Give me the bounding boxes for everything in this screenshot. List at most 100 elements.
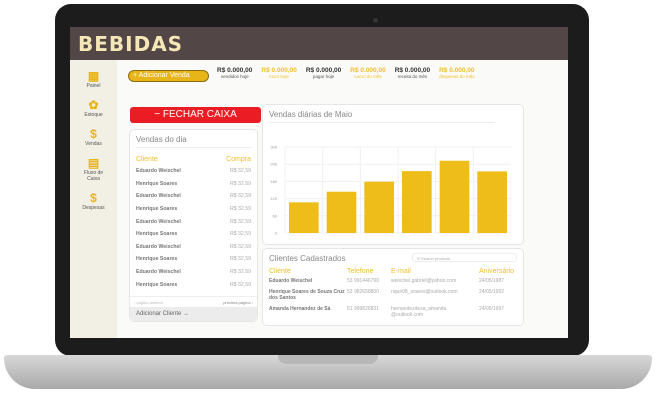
clients-card: Clientes Cadastrados ⚲ Search products C… — [262, 248, 524, 326]
sale-row[interactable]: Eduardo Weischel R$ 32,59 — [136, 266, 251, 279]
y-tick-label: 60 — [273, 213, 278, 218]
bar — [477, 171, 507, 233]
sale-client: Henrique Soares — [136, 206, 178, 213]
sale-row[interactable]: Eduardo Weischel R$ 32,59 — [136, 215, 251, 228]
sale-client: Henrique Soares — [136, 180, 178, 187]
y-tick-label: 240 — [270, 162, 277, 167]
y-tick-label: 300 — [270, 145, 277, 150]
stat-label: lucro hoje — [269, 74, 289, 79]
sale-amount: R$ 32,59 — [229, 281, 251, 288]
sale-client: Eduardo Weischel — [136, 193, 181, 200]
sale-row[interactable]: Eduardo Weischel R$ 32,59 — [136, 241, 251, 254]
stat-value: R$ 0.000,00 — [305, 67, 342, 74]
sidebar-item-label: Vendas — [85, 141, 102, 147]
laptop-notch — [278, 355, 378, 364]
sidebar-item-painel[interactable]: ▦ Painel — [70, 69, 117, 90]
client-email: weischel.gabriel@yahoo.com — [391, 278, 457, 284]
y-tick-label: 120 — [270, 196, 277, 201]
app-screen: BEBIDAS ▦ Painel ✿ Estoque $ Vendas ▤ Fluxo de … — [70, 27, 568, 338]
client-row[interactable]: Amanda Hernandez de Sá 51 999826831 hernan… — [269, 305, 519, 322]
camera — [373, 18, 378, 23]
sale-client: Eduardo Weischel — [136, 218, 181, 225]
grid-icon: ▦ — [87, 69, 100, 83]
client-email: rique08_soares@outlook.com — [391, 289, 458, 295]
client-row[interactable]: Eduardo Weischel 53 991446790 weischel.gab… — [269, 277, 519, 288]
bar — [289, 202, 319, 233]
client-name: Eduardo Weischel — [269, 278, 313, 284]
stat-item: R$ 0.000,00 despesas do mês — [439, 67, 474, 79]
client-name: Amanda Hernandez de Sá — [269, 306, 331, 312]
client-name: Henrique Soares de Souza Cruz dos Santos — [269, 289, 345, 301]
sale-amount: R$ 32,59 — [229, 193, 251, 200]
daily-sales-chart-card: Vendas diárias de Maio 0 60 120 180 240 300 — [262, 104, 524, 245]
bar — [326, 191, 357, 233]
stat-value: R$ 0.000,00 — [394, 67, 431, 74]
stat-label: vendidos hoje — [220, 74, 249, 79]
th-client: Cliente — [269, 268, 291, 275]
sale-client: Eduardo Weischel — [136, 168, 181, 175]
sale-client: Henrique Soares — [136, 281, 178, 288]
sale-client: Eduardo Weischel — [136, 269, 181, 276]
stat-item: R$ 0.000,00 lucro hoje — [261, 67, 296, 79]
sidebar-item-estoque[interactable]: ✿ Estoque — [70, 98, 117, 119]
sale-row[interactable]: Henrique Soares R$ 32,59 — [136, 203, 251, 216]
stat-label: pagar hoje — [312, 74, 335, 79]
bar — [364, 181, 394, 233]
sale-row[interactable]: Eduardo Weischel R$ 32,59 — [136, 190, 251, 203]
prev-page-link[interactable]: ‹ página anterior — [134, 300, 163, 305]
search-input[interactable]: ⚲ Search products — [412, 253, 517, 262]
stat-value: R$ 0.000,00 — [350, 67, 386, 74]
sale-client: Henrique Soares — [136, 256, 178, 263]
search-placeholder: Search products — [421, 256, 451, 261]
client-phone: 51 999826831 — [347, 306, 379, 312]
bar-chart: 0 60 120 180 240 300 — [270, 145, 511, 236]
client-birthday: 24/05/1997 — [479, 306, 505, 312]
pager: ‹ página anterior próxima página › — [130, 296, 257, 307]
clients-table: Cliente Telefone E-mail Aniversário Edua… — [269, 268, 519, 322]
sidebar-item-vendas[interactable]: $ Vendas — [70, 127, 117, 148]
bar — [402, 171, 432, 233]
sidebar-item-fluxo-de-caixa[interactable]: ▤ Fluxo de Caixa — [70, 156, 117, 183]
dollar-refresh-icon: $ — [90, 191, 97, 205]
sale-client: Eduardo Weischel — [136, 243, 181, 250]
sale-amount: R$ 32,59 — [229, 256, 251, 263]
sale-row[interactable]: Henrique Soares R$ 32,59 — [136, 253, 251, 266]
sale-row[interactable]: Henrique Soares R$ 32,59 — [136, 228, 251, 241]
client-email: hernandezdesa_amanda @outlook.com — [391, 306, 447, 318]
th-email: E-mail — [391, 268, 411, 275]
col-client: Cliente — [136, 156, 158, 163]
sidebar-item-label: Fluxo de Caixa — [83, 170, 104, 182]
sale-row[interactable]: Eduardo Weischel R$ 32,59 — [136, 165, 251, 178]
stat-item: R$ 0.000,00 pagar hoje — [306, 67, 341, 79]
add-sale-button[interactable]: + Adicionar Venda — [128, 70, 209, 82]
close-cash-button[interactable]: − FECHAR CAIXA — [130, 107, 261, 123]
col-purchase: Compra — [226, 156, 251, 163]
sale-amount: R$ 32,59 — [229, 206, 251, 213]
stat-label: despesas do mês — [439, 74, 475, 79]
th-phone: Telefone — [347, 268, 374, 275]
sidebar-item-label: Despesas — [82, 205, 105, 211]
chart-title: Vendas diárias de Maio — [269, 110, 495, 123]
client-birthday: 24/05/1992 — [479, 289, 505, 295]
y-tick-label: 180 — [270, 179, 277, 184]
stat-item: R$ 0.000,00 Lucro do mês — [350, 67, 385, 79]
sale-amount: R$ 32,59 — [229, 243, 251, 250]
stat-value: R$ 0.000,00 — [217, 67, 253, 74]
sale-amount: R$ 32,59 — [229, 231, 251, 238]
add-client-button[interactable]: Adicionar Cliente → — [130, 307, 257, 321]
dollar-coin-icon: $ — [90, 127, 97, 141]
client-row[interactable]: Henrique Soares de Souza Cruz dos Santos… — [269, 288, 519, 305]
sale-row[interactable]: Henrique Soares R$ 32,59 — [136, 278, 251, 291]
calculator-icon: ▤ — [87, 156, 100, 170]
next-page-link[interactable]: próxima página › — [223, 300, 253, 305]
sidebar-item-despesas[interactable]: $ Despesas — [70, 191, 117, 212]
stat-value: R$ 0.000,00 — [261, 67, 297, 74]
app-header: BEBIDAS — [70, 27, 568, 60]
sale-row[interactable]: Henrique Soares R$ 32,59 — [136, 178, 251, 191]
stat-item: R$ 0.000,00 receita do mês — [395, 67, 430, 79]
stat-item: R$ 0.000,00 vendidos hoje — [217, 67, 252, 79]
bottles-icon: ✿ — [88, 98, 99, 112]
sale-amount: R$ 32,59 — [229, 168, 251, 175]
sidebar-item-label: Estoque — [84, 112, 103, 118]
sidebar: ▦ Painel ✿ Estoque $ Vendas ▤ Fluxo de Caixa $ De… — [70, 60, 117, 338]
